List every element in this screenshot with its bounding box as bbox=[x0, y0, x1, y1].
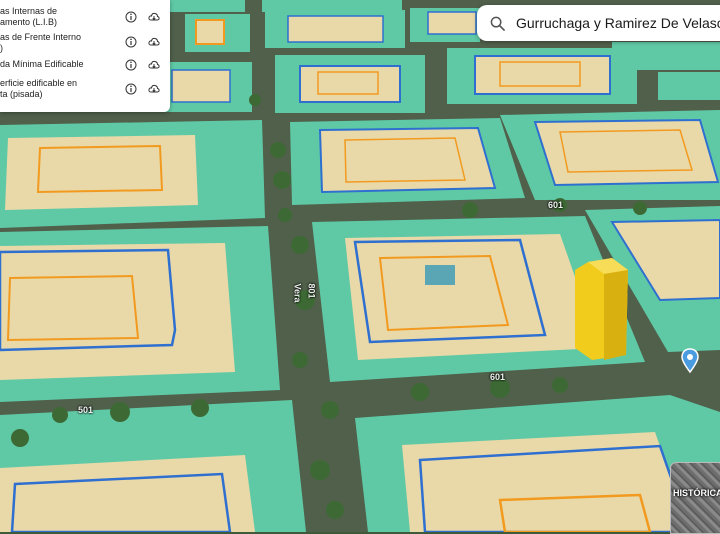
historic-label: HISTÓRICA bbox=[673, 488, 720, 498]
street-label-vera: Vera bbox=[292, 283, 303, 303]
legend-item-label: da Mínima Edificable bbox=[0, 59, 84, 69]
cloud-download-icon[interactable] bbox=[148, 59, 160, 71]
info-icon[interactable] bbox=[125, 83, 137, 95]
street-number-501: 501 bbox=[78, 405, 94, 415]
search-input[interactable]: Gurruchaga y Ramirez De Velasco, Ju bbox=[516, 15, 720, 33]
search-bar[interactable]: Gurruchaga y Ramirez De Velasco, Ju bbox=[477, 5, 720, 41]
street-number-801: 801 bbox=[306, 283, 317, 299]
cloud-download-icon[interactable] bbox=[148, 11, 160, 23]
legend-panel: as Internas de amento (L.I.B) as de Fren… bbox=[0, 0, 170, 112]
search-icon[interactable] bbox=[490, 16, 505, 31]
cloud-download-icon[interactable] bbox=[148, 83, 160, 95]
legend-item-label: as Internas de amento (L.I.B) bbox=[0, 6, 58, 27]
info-icon[interactable] bbox=[125, 59, 137, 71]
cloud-download-icon[interactable] bbox=[148, 36, 160, 48]
street-number-601-top: 601 bbox=[548, 200, 564, 210]
info-icon[interactable] bbox=[125, 11, 137, 23]
historic-imagery-toggle[interactable]: HISTÓRICA bbox=[670, 462, 720, 534]
location-pin-icon[interactable] bbox=[681, 348, 699, 374]
legend-item-label: erficie edificable en ta (pisada) bbox=[0, 78, 78, 99]
street-number-601-mid: 601 bbox=[490, 372, 506, 382]
legend-item-label: as de Frente Interno ) bbox=[0, 32, 82, 53]
info-icon[interactable] bbox=[125, 36, 137, 48]
